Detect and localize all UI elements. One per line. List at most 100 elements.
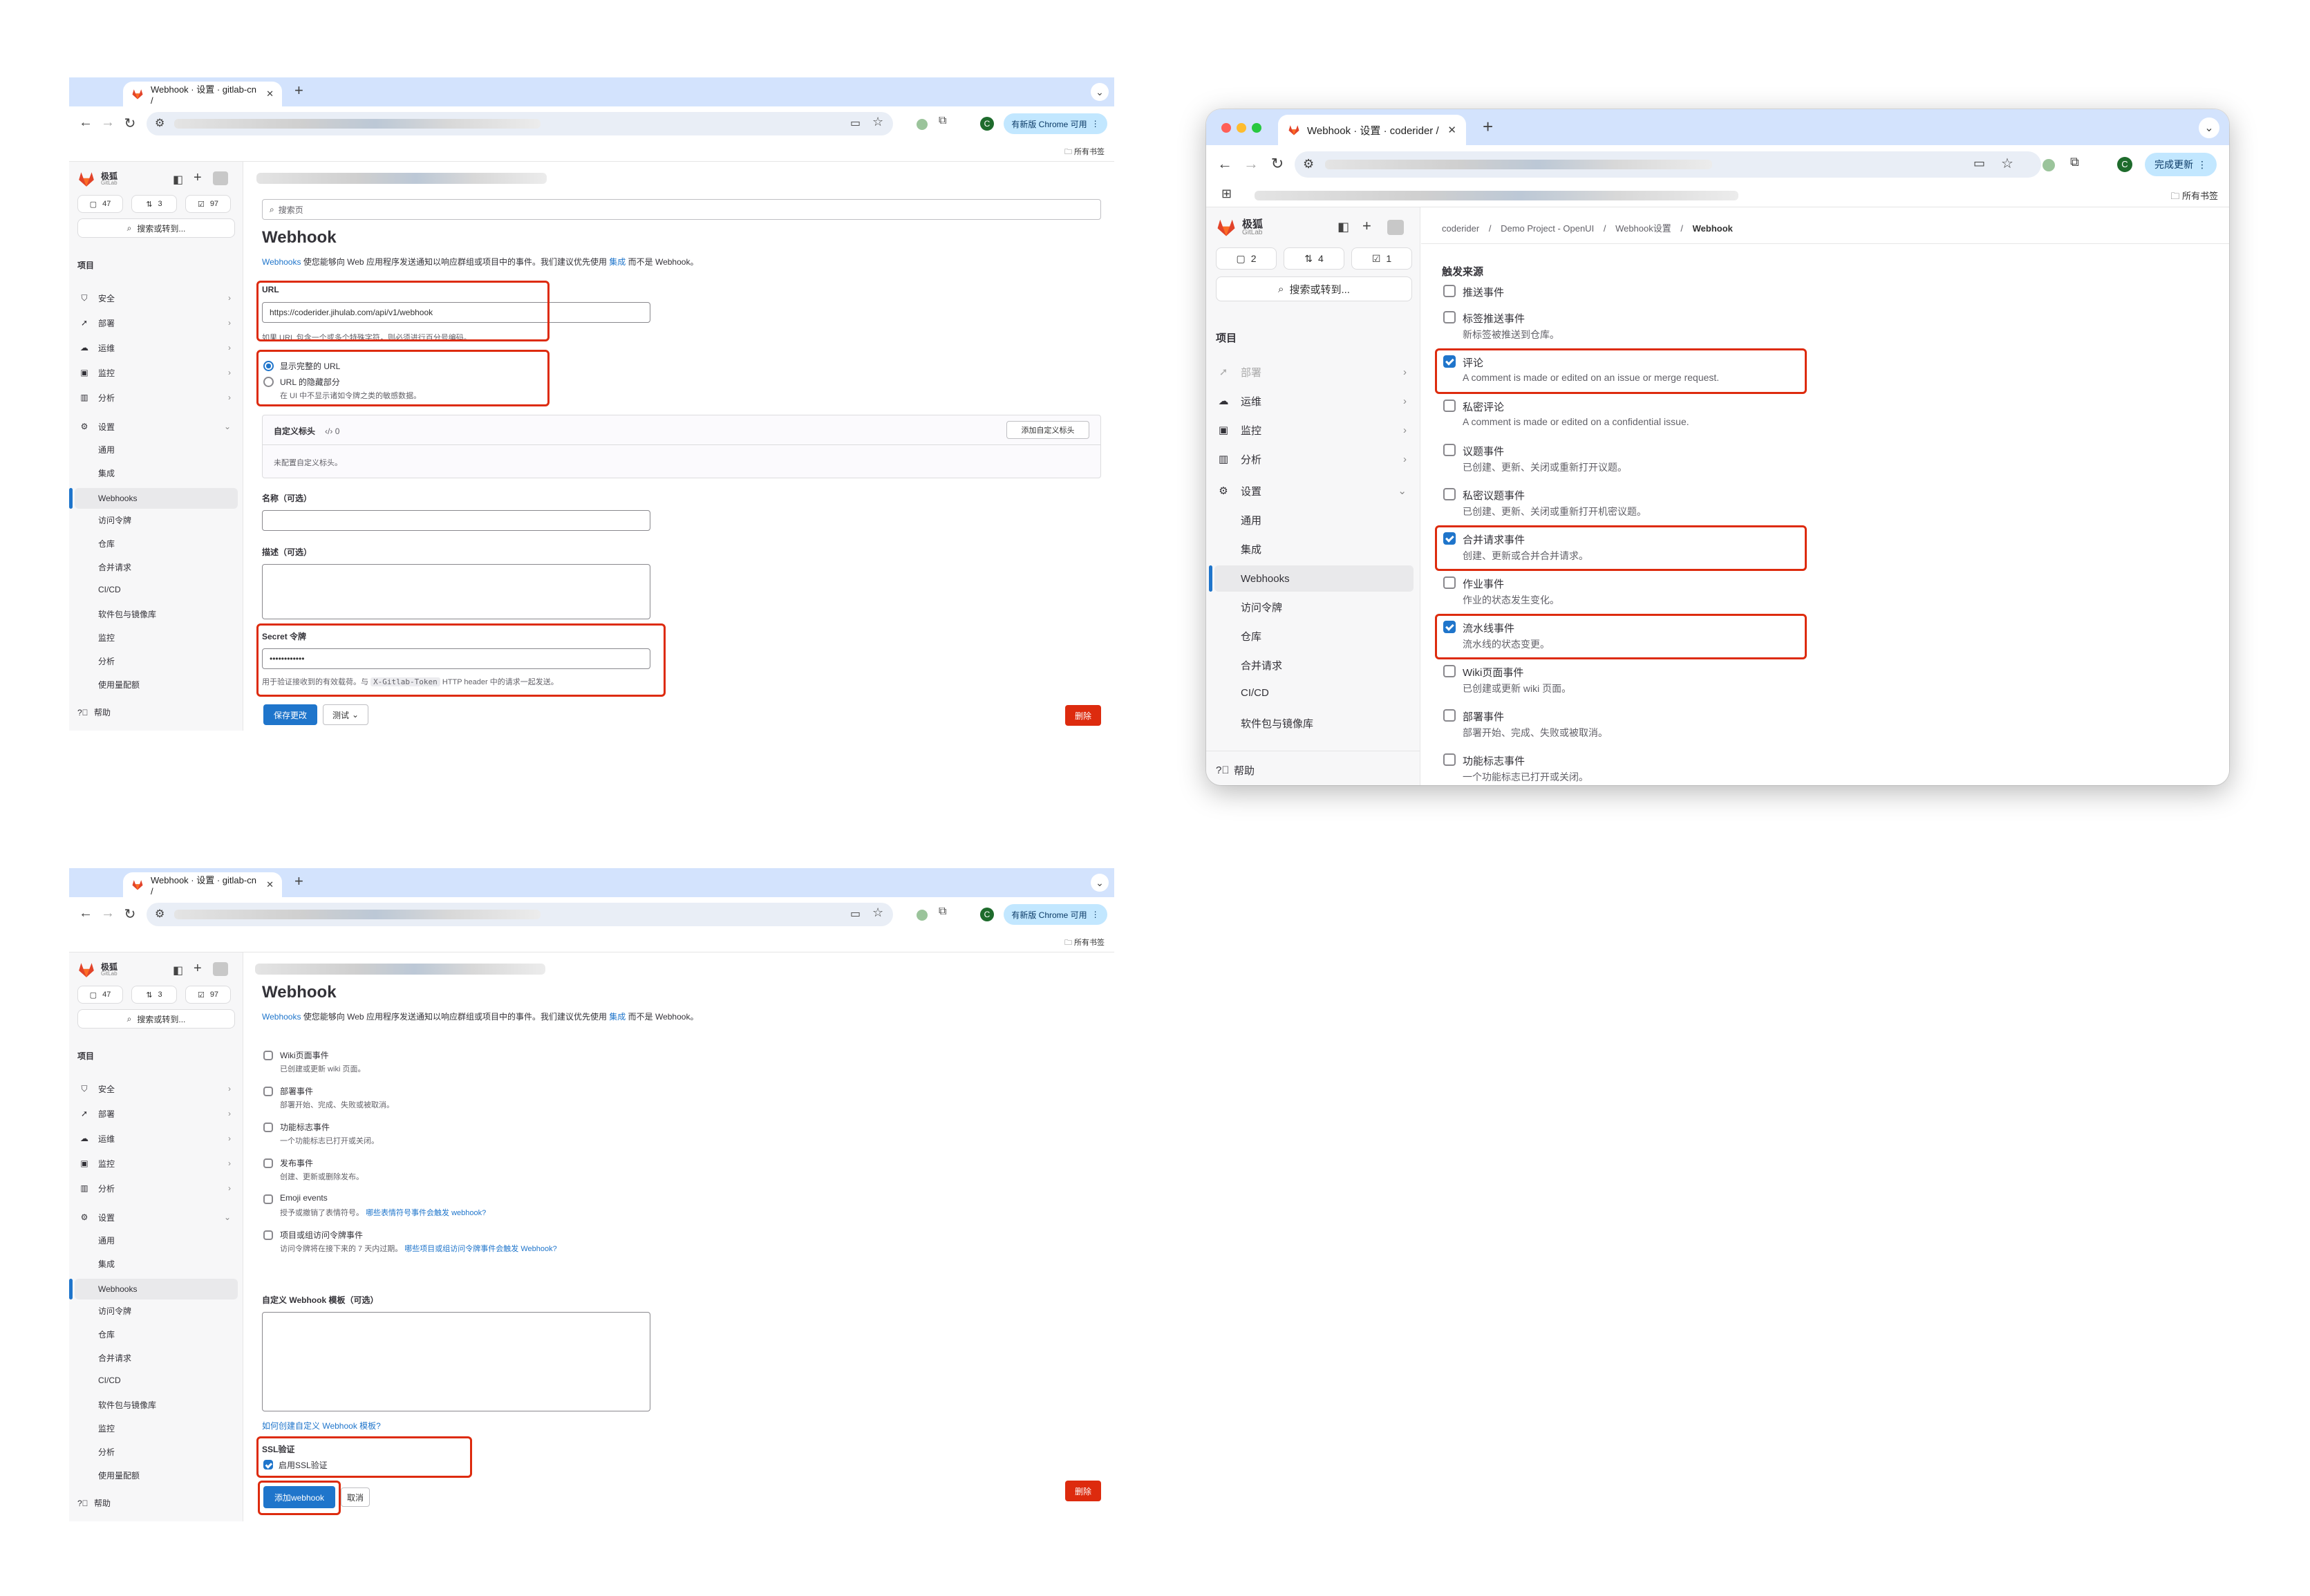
sidebar-sub-usage[interactable]: 使用量配额 [98,679,140,691]
sidebar-sub-merge-requests[interactable]: 合并请求 [1241,658,1282,673]
tab-search-icon[interactable]: ⌄ [2199,118,2219,138]
checkbox-issue-events[interactable] [1443,444,1456,456]
user-avatar[interactable] [1387,220,1404,235]
sidebar-sub-monitor[interactable]: 监控 [98,1423,115,1434]
search-settings-input[interactable]: ⌕ 搜索页 [262,199,1101,220]
site-settings-icon[interactable]: ⚙ [1303,157,1314,171]
sidebar-item-monitor[interactable]: ▣ 监控 › [77,1156,235,1171]
checkbox-confidential-comments[interactable] [1443,400,1456,412]
todos-count[interactable]: ☑ 1 [1351,247,1412,270]
sidebar-sub-cicd[interactable]: CI/CD [98,585,121,594]
delete-button[interactable]: 删除 [1065,1481,1101,1501]
checkbox-release-events[interactable] [263,1158,273,1168]
sidebar-item-monitor[interactable]: ▣ 监控 › [77,365,235,380]
all-bookmarks[interactable]: 🗀 所有书签 [1064,937,1105,950]
sidebar-sub-usage[interactable]: 使用量配额 [98,1470,140,1481]
search-go-to-button[interactable]: ⌕ 搜索或转到... [77,1009,235,1029]
chrome-update-button[interactable]: 完成更新 ⋮ [2145,153,2217,176]
sidebar-sub-integrations[interactable]: 集成 [98,1258,115,1270]
sidebar-sub-merge-requests[interactable]: 合并请求 [98,1352,131,1364]
sidebar-help[interactable]: ?⃝ 帮助 [77,1497,111,1509]
sidebar-item-deploy[interactable]: ➚ 部署 › [77,315,235,330]
gitlab-logo[interactable]: 极狐 GitLab [77,170,118,188]
save-changes-button[interactable]: 保存更改 [263,704,317,725]
checkbox-feature-flag-events[interactable] [1443,753,1456,766]
sidebar-item-analytics[interactable]: ▥ 分析 › [77,1181,235,1196]
sidebar-toggle-icon[interactable]: ◧ [173,964,183,977]
chrome-update-button[interactable]: 有新版 Chrome 可用 ⋮ [1004,904,1107,925]
site-settings-icon[interactable]: ⚙ [155,116,165,130]
sidebar-sub-access-tokens[interactable]: 访问令牌 [98,1305,131,1317]
checkbox-push-events[interactable] [1443,285,1456,297]
add-custom-header-button[interactable]: 添加自定义标头 [1006,421,1089,439]
sidebar-sub-access-tokens[interactable]: 访问令牌 [1241,600,1282,614]
extension-icon[interactable] [2043,159,2055,171]
issues-count[interactable]: ▢ 47 [77,195,123,213]
checkbox-tag-push-events[interactable] [1443,311,1456,323]
checkbox-confidential-issue-events[interactable] [1443,488,1456,500]
reload-icon[interactable]: ↻ [122,905,138,923]
puzzle-icon[interactable]: ⧉ [939,115,946,127]
sidebar-help[interactable]: ?⃝ 帮助 [77,706,111,718]
sidebar-sub-monitor[interactable]: 监控 [98,632,115,644]
address-bar[interactable]: ⚙ [147,112,893,135]
sidebar-sub-webhooks[interactable]: Webhooks [1209,565,1414,592]
mrs-count[interactable]: ⇅ 4 [1284,247,1344,270]
puzzle-icon[interactable]: ⧉ [2070,155,2079,169]
webhooks-link[interactable]: Webhooks [262,257,301,267]
sidebar-sub-merge-requests[interactable]: 合并请求 [98,561,131,573]
checkbox-deployment-events[interactable] [1443,709,1456,722]
extension-icon[interactable] [917,910,928,921]
sidebar-sub-packages[interactable]: 软件包与镜像库 [98,1399,156,1411]
sidebar-sub-analytics[interactable]: 分析 [98,1446,115,1458]
all-bookmarks[interactable]: 🗀 所有书签 [1064,146,1105,159]
access-token-events-help-link[interactable]: 哪些项目或组访问令牌事件会触发 Webhook? [404,1245,556,1253]
test-dropdown-button[interactable]: 测试 ⌄ [323,704,368,725]
sidebar-sub-repository[interactable]: 仓库 [98,1329,115,1340]
puzzle-icon[interactable]: ⧉ [939,905,946,918]
integrations-link[interactable]: 集成 [609,1012,626,1022]
sidebar-item-analytics[interactable]: ▥ 分析 › [77,390,235,405]
name-field[interactable] [262,510,650,531]
bookmark-star-icon[interactable]: ☆ [872,905,883,920]
avatar[interactable]: C [980,908,994,921]
checkbox-wiki-events[interactable] [1443,665,1456,677]
sidebar-item-monitor[interactable]: ▣ 监控 › [1216,422,1412,438]
cast-icon[interactable]: ▭ [1973,156,1985,171]
issues-count[interactable]: ▢ 2 [1216,247,1277,270]
tab-search-icon[interactable]: ⌄ [1091,83,1109,101]
sidebar-item-operate[interactable]: ☁ 运维 › [77,340,235,355]
breadcrumb-settings[interactable]: Webhook设置 [1615,223,1671,234]
sidebar-sub-general[interactable]: 通用 [98,444,115,456]
sidebar-item-deploy[interactable]: ➚ 部署 › [1216,364,1412,380]
create-new-icon[interactable]: + [194,170,202,186]
todos-count[interactable]: ☑ 97 [185,986,231,1004]
new-tab-icon[interactable]: + [294,872,303,890]
sidebar-sub-packages[interactable]: 软件包与镜像库 [1241,716,1313,731]
sidebar-toggle-icon[interactable]: ◧ [1337,220,1349,234]
sidebar-sub-webhooks[interactable]: Webhooks [69,1279,238,1299]
bookmark-star-icon[interactable]: ☆ [872,115,883,129]
back-icon[interactable]: ← [1216,155,1234,173]
sidebar-item-analytics[interactable]: ▥ 分析 › [1216,451,1412,467]
description-field[interactable] [262,564,650,619]
bookmark-star-icon[interactable]: ☆ [2001,155,2013,172]
checkbox-deployment-events[interactable] [263,1087,273,1096]
sidebar-sub-general[interactable]: 通用 [1241,513,1261,527]
webhooks-link[interactable]: Webhooks [262,1012,301,1022]
sidebar-item-security[interactable]: ⛉ 安全 › [77,290,235,306]
reload-icon[interactable]: ↻ [122,115,138,132]
sidebar-item-operate[interactable]: ☁ 运维 › [77,1131,235,1146]
new-tab-icon[interactable]: + [1483,116,1493,138]
avatar[interactable]: C [980,117,994,131]
sidebar-item-settings[interactable]: ⚙ 设置 ⌄ [1216,482,1412,499]
custom-template-field[interactable] [262,1312,650,1411]
browser-tab[interactable]: Webhook · 设置 · gitlab-cn / ✕ [123,82,282,106]
sidebar-sub-analytics[interactable]: 分析 [98,655,115,667]
checkbox-wiki-events[interactable] [263,1051,273,1060]
address-bar[interactable]: ⚙ [1295,151,2041,178]
sidebar-sub-integrations[interactable]: 集成 [98,467,115,479]
forward-icon[interactable]: → [100,115,116,131]
sidebar-sub-access-tokens[interactable]: 访问令牌 [98,514,131,526]
sidebar-sub-webhooks[interactable]: Webhooks [69,488,238,509]
